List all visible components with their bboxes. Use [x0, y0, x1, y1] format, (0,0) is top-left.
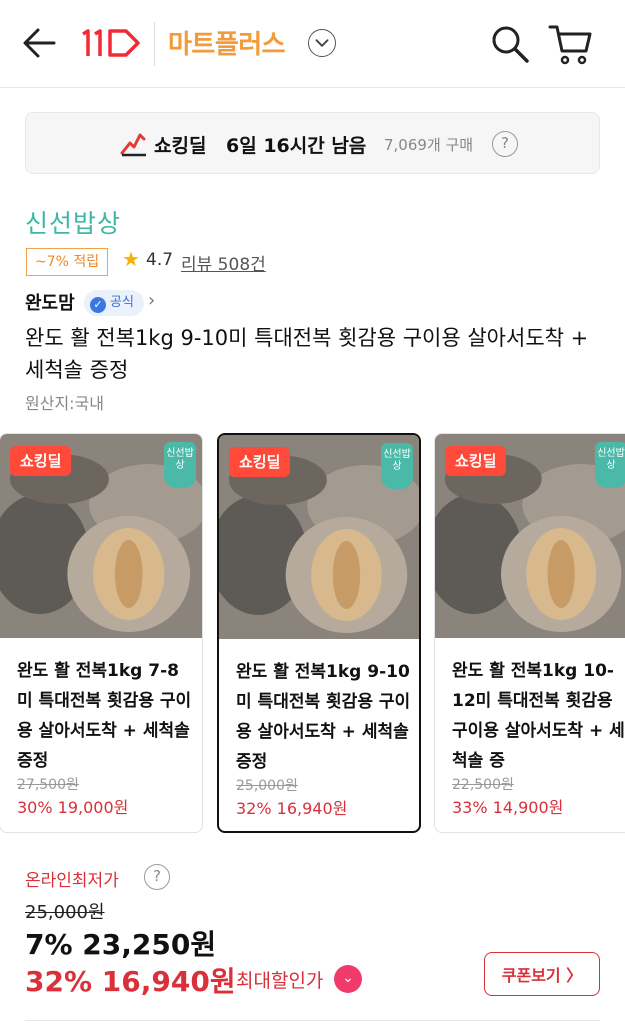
option-card[interactable]: 쇼킹딜 신선밥상 완도 활 전복1kg 10-12미 특대전복 횟감용 구이용 …: [434, 433, 625, 833]
fresh-tag: 신선밥상: [595, 442, 625, 488]
help-icon[interactable]: ?: [144, 864, 170, 890]
cart-icon[interactable]: [548, 22, 594, 66]
official-label: 공식: [110, 295, 134, 310]
option-title: 완도 활 전복1kg 10-12미 특대전복 횟감용 구이용 살아서도착 + 세…: [452, 661, 625, 771]
purchase-count: 7,069개 구매: [384, 136, 474, 154]
lowest-price-label: 온라인최저가: [25, 871, 119, 891]
deal-tag: 쇼킹딜: [229, 447, 291, 477]
product-origin: 원산지:국내: [25, 394, 104, 413]
option-original-price: 22,500원: [452, 777, 514, 793]
verified-icon: ✓: [90, 297, 106, 313]
eleven-street-logo[interactable]: [80, 26, 142, 60]
option-card-selected[interactable]: 쇼킹딜 신선밥상 완도 활 전복1kg 9-10미 특대전복 횟감용 구이용 살…: [217, 433, 421, 833]
search-icon[interactable]: [490, 24, 530, 64]
deal-time-left: 6일 16시간 남음: [226, 135, 367, 157]
mart-plus-brand[interactable]: 마트플러스: [168, 24, 286, 61]
product-title: 완도 활 전복1kg 9-10미 특대전복 횟감용 구이용 살아서도착 + 세척…: [25, 326, 589, 382]
sale-price: 7% 23,250원: [25, 928, 217, 961]
chevron-right-icon[interactable]: ›: [148, 290, 155, 311]
official-badge: ✓ 공식: [84, 290, 144, 316]
rating-value: 4.7: [146, 250, 174, 270]
option-card[interactable]: 쇼킹딜 신선밥상 완도 활 전복1kg 7-8미 특대전복 횟감용 구이용 살아…: [0, 433, 203, 833]
divider: [25, 1020, 600, 1021]
fresh-tag: 신선밥상: [164, 442, 196, 488]
chevron-down-icon[interactable]: [308, 29, 336, 57]
store-logo[interactable]: 신선밥상: [25, 204, 121, 240]
deal-label: 쇼킹딜: [154, 135, 207, 157]
option-title: 완도 활 전복1kg 9-10미 특대전복 횟감용 구이용 살아서도착 + 세척…: [236, 662, 411, 772]
deal-tag: 쇼킹딜: [445, 446, 507, 476]
option-original-price: 27,500원: [17, 777, 79, 793]
option-discount-price: 33% 14,900원: [452, 798, 564, 817]
header-divider: [154, 22, 155, 66]
option-original-price: 25,000원: [236, 778, 298, 794]
option-discount-price: 30% 19,000원: [17, 798, 129, 817]
original-price: 25,000원: [25, 902, 105, 923]
back-arrow-icon[interactable]: [20, 25, 60, 61]
final-price: 32% 16,940원: [25, 965, 236, 998]
coupon-button[interactable]: 쿠폰보기 〉: [484, 952, 600, 996]
star-icon: ★: [122, 247, 140, 271]
max-discount-label: 최대할인가: [236, 970, 324, 992]
deal-tag: 쇼킹딜: [10, 446, 72, 476]
chevron-down-icon[interactable]: ⌄: [334, 965, 362, 993]
shocking-deal-banner: 쇼킹딜 6일 16시간 남음 7,069개 구매 ?: [25, 112, 600, 174]
option-discount-price: 32% 16,940원: [236, 799, 348, 818]
deal-icon: [120, 133, 146, 157]
seller-name[interactable]: 완도맘: [25, 289, 75, 315]
option-title: 완도 활 전복1kg 7-8미 특대전복 횟감용 구이용 살아서도착 + 세척솔…: [17, 661, 192, 771]
fresh-tag: 신선밥상: [381, 443, 413, 489]
top-header: 마트플러스: [0, 0, 625, 88]
reward-badge: ~7% 적립: [26, 248, 109, 276]
help-icon[interactable]: ?: [492, 131, 518, 157]
reviews-link[interactable]: 리뷰 508건: [181, 250, 266, 275]
